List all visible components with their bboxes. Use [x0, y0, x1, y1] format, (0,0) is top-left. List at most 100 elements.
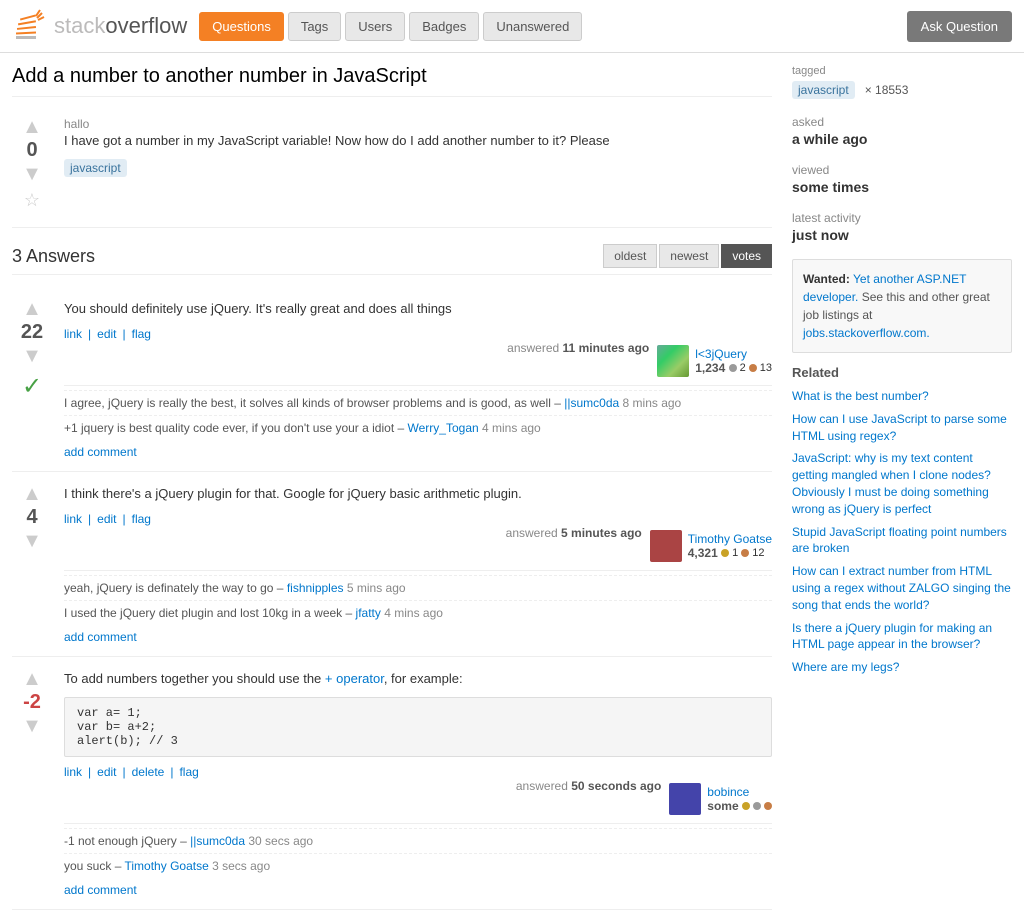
main-content: Add a number to another number in JavaSc… [0, 53, 1024, 922]
related-link-1[interactable]: What is the best number? [792, 389, 929, 403]
related-link-6[interactable]: Is there a jQuery plugin for making an H… [792, 621, 992, 652]
answer-1-vote-count: 22 [21, 321, 43, 344]
answer-1-link[interactable]: link [64, 327, 82, 341]
answer-2-user-info: Timothy Goatse 4,321 1 12 [688, 532, 772, 560]
answer-3-vote-up[interactable]: ▲ [22, 669, 42, 689]
sep: | [123, 512, 126, 526]
answer-1-rep: 1,234 2 13 [695, 361, 772, 375]
related-6: Is there a jQuery plugin for making an H… [792, 620, 1012, 654]
comment-author-2[interactable]: Werry_Togan [408, 421, 479, 435]
sidebar-tag[interactable]: javascript [792, 81, 855, 99]
sort-newest[interactable]: newest [659, 244, 719, 268]
tag-javascript[interactable]: javascript [64, 159, 127, 177]
tag-info: javascript × 18553 [792, 81, 1012, 99]
answer-2-body: I think there's a jQuery plugin for that… [64, 484, 772, 644]
answer-2-comment-1: yeah, jQuery is definately the way to go… [64, 575, 772, 601]
answer-3-vote-count: -2 [23, 691, 41, 714]
sort-oldest[interactable]: oldest [603, 244, 657, 268]
asked-label: asked [792, 115, 1012, 129]
question-vote-widget: ▲ 0 ▼ ☆ [12, 117, 52, 211]
answer-1-time: answered 11 minutes ago [507, 341, 649, 355]
answer-2-avatar [650, 530, 682, 562]
answer-1-flag[interactable]: flag [132, 327, 151, 341]
answer-1-vote-down[interactable]: ▼ [22, 346, 42, 366]
answer-3-vote-down[interactable]: ▼ [22, 716, 42, 736]
sep: | [123, 765, 126, 779]
related-link-7[interactable]: Where are my legs? [792, 660, 899, 674]
comment-author[interactable]: ||sumc0da [564, 396, 619, 410]
nav-questions[interactable]: Questions [199, 12, 284, 41]
nav-badges[interactable]: Badges [409, 12, 479, 41]
answer-2-flag[interactable]: flag [132, 512, 151, 526]
bronze-dot [764, 802, 772, 810]
latest-label: latest activity [792, 211, 1012, 225]
answer-1-edit[interactable]: edit [97, 327, 116, 341]
answer-2-meta: answered 5 minutes ago Timothy Goatse 4,… [64, 526, 772, 562]
answer-2-user: Timothy Goatse 4,321 1 12 [650, 530, 772, 562]
answer-2-actions: link | edit | flag [64, 512, 772, 526]
sep: | [123, 327, 126, 341]
question-vote-up[interactable]: ▲ [22, 117, 42, 137]
nav-users[interactable]: Users [345, 12, 405, 41]
answer-1: ▲ 22 ▼ ✓ You should definitely use jQuer… [12, 287, 772, 472]
answer-2: ▲ 4 ▼ I think there's a jQuery plugin fo… [12, 472, 772, 657]
question-vote-down[interactable]: ▼ [22, 164, 42, 184]
answer-1-vote-up[interactable]: ▲ [22, 299, 42, 319]
related-link-3[interactable]: JavaScript: why is my text content getti… [792, 451, 991, 515]
answer-2-time: answered 5 minutes ago [506, 526, 642, 540]
sidebar-tagged: tagged javascript × 18553 [792, 65, 1012, 99]
main-nav: Questions Tags Users Badges Unanswered [199, 12, 582, 41]
answer-1-meta: answered 11 minutes ago l<3jQuery 1,234 [64, 341, 772, 377]
answer-1-comments: I agree, jQuery is really the best, it s… [64, 385, 772, 460]
related-link-5[interactable]: How can I extract number from HTML using… [792, 564, 1011, 612]
answer-3-add-comment[interactable]: add comment [64, 883, 772, 897]
question-body: hallo I have got a number in my JavaScri… [64, 117, 772, 211]
ask-question-button[interactable]: Ask Question [907, 11, 1012, 42]
comment-a1[interactable]: fishnipples [287, 581, 344, 595]
header: stackoverflow Questions Tags Users Badge… [0, 0, 1024, 53]
answer-3-edit[interactable]: edit [97, 765, 116, 779]
related-link-4[interactable]: Stupid JavaScript floating point numbers… [792, 525, 1007, 556]
answer-2-username[interactable]: Timothy Goatse [688, 532, 772, 546]
related-title: Related [792, 365, 1012, 380]
answer-3-text: To add numbers together you should use t… [64, 669, 772, 689]
comment-b1[interactable]: ||sumc0da [190, 834, 245, 848]
comment-a2[interactable]: jfatty [356, 606, 381, 620]
answer-3-comment-2: you suck – Timothy Goatse 3 secs ago [64, 853, 772, 879]
nav-unanswered[interactable]: Unanswered [483, 12, 582, 41]
silver-dot [729, 364, 737, 372]
question-vote-count: 0 [26, 139, 37, 162]
answer-1-username[interactable]: l<3jQuery [695, 347, 772, 361]
answer-2-vote-up[interactable]: ▲ [22, 484, 42, 504]
answer-3-delete[interactable]: delete [132, 765, 165, 779]
answer-3-username[interactable]: bobince [707, 785, 772, 799]
answer-2-edit[interactable]: edit [97, 512, 116, 526]
operator-link[interactable]: + operator [325, 671, 384, 686]
related-link-2[interactable]: How can I use JavaScript to parse some H… [792, 412, 1007, 443]
answer-2-vote-down[interactable]: ▼ [22, 531, 42, 551]
answer-3-meta: answered 50 seconds ago bobince some [64, 779, 772, 815]
answer-1-avatar [657, 345, 689, 377]
answer-3-link[interactable]: link [64, 765, 82, 779]
nav-tags[interactable]: Tags [288, 12, 341, 41]
sidebar-latest: latest activity just now [792, 211, 1012, 243]
ad-wanted: Wanted: [803, 272, 850, 286]
answer-3: ▲ -2 ▼ To add numbers together you shoul… [12, 657, 772, 910]
question-favorite[interactable]: ☆ [24, 190, 40, 211]
answer-3-flag[interactable]: flag [179, 765, 198, 779]
answer-2-add-comment[interactable]: add comment [64, 630, 772, 644]
answer-3-body: To add numbers together you should use t… [64, 669, 772, 897]
question-author: hallo [64, 117, 772, 131]
bronze-dot [741, 549, 749, 557]
answers-header: 3 Answers oldest newest votes [12, 244, 772, 275]
latest-value: just now [792, 227, 1012, 243]
comment-b2[interactable]: Timothy Goatse [125, 859, 209, 873]
answer-1-comment-1: I agree, jQuery is really the best, it s… [64, 390, 772, 416]
answer-1-add-comment[interactable]: add comment [64, 445, 772, 459]
ad-jobs-link[interactable]: jobs.stackoverflow.com. [803, 326, 930, 340]
sort-votes[interactable]: votes [721, 244, 772, 268]
answer-2-link[interactable]: link [64, 512, 82, 526]
answer-2-comments: yeah, jQuery is definately the way to go… [64, 570, 772, 645]
sep: | [88, 327, 91, 341]
sidebar-related: Related What is the best number? How can… [792, 365, 1012, 676]
